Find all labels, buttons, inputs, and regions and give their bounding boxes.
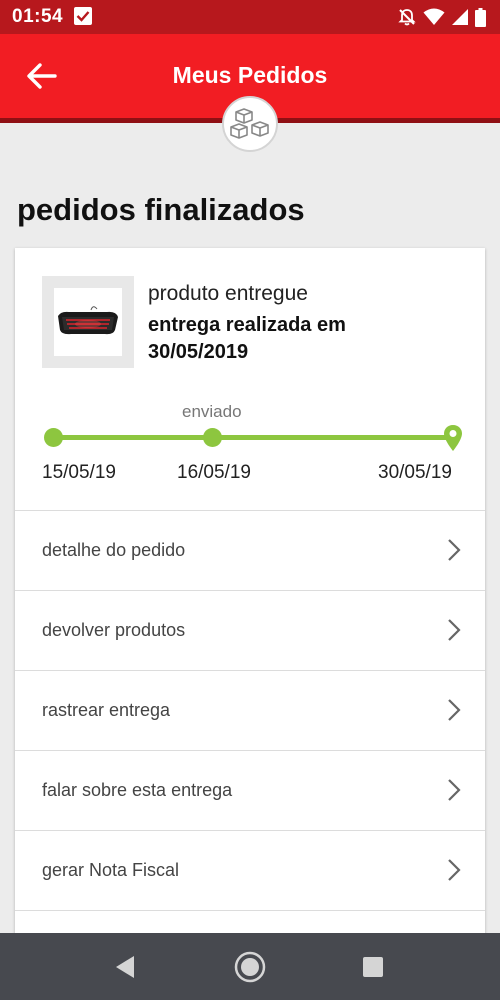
timeline-bar-segment-2 — [220, 435, 450, 440]
orders-badge — [222, 96, 278, 152]
home-circle-icon — [234, 951, 266, 983]
timeline-date-shipped: 16/05/19 — [177, 462, 251, 483]
keyboard-image — [58, 306, 118, 335]
battery-icon — [475, 7, 486, 27]
nav-back-button[interactable] — [108, 950, 142, 984]
delivery-timeline: enviado 15/05/19 16/05/19 30/05/19 — [15, 398, 485, 498]
menu-item-return-products[interactable]: devolver produtos — [15, 590, 485, 670]
status-bar: 01:54 — [0, 0, 500, 34]
page-title: Meus Pedidos — [172, 62, 328, 88]
timeline-date-delivered: 30/05/19 — [378, 462, 452, 483]
menu-item-label: rastrear entrega — [42, 700, 171, 720]
location-pin-icon — [444, 425, 462, 451]
menu-item-label: devolver produtos — [42, 620, 186, 640]
order-card: produto entregue entrega realizada em 30… — [15, 248, 485, 948]
menu-item-track-delivery[interactable]: rastrear entrega — [15, 670, 485, 750]
boxes-icon — [230, 108, 269, 139]
chevron-right-icon — [448, 539, 461, 561]
status-time: 01:54 — [12, 6, 64, 27]
timeline-dot-shipped — [203, 428, 222, 447]
timeline-dot-ordered — [44, 428, 63, 447]
checkbox-notification-icon — [74, 7, 92, 25]
timeline-bar-segment-1 — [53, 435, 213, 440]
menu-item-label: detalhe do pedido — [42, 540, 186, 560]
back-triangle-icon — [116, 956, 134, 978]
menu-item-contact-about-delivery[interactable]: falar sobre esta entrega — [15, 750, 485, 830]
section-title: pedidos finalizados — [17, 192, 305, 227]
notifications-off-icon — [398, 9, 416, 26]
order-status: produto entregue — [148, 282, 308, 305]
product-image-frame — [54, 288, 122, 356]
chevron-right-icon — [448, 859, 461, 881]
order-actions-menu: detalhe do pedido devolver produtos rast… — [15, 510, 485, 990]
delivery-date: entrega realizada em 30/05/2019 — [148, 314, 346, 363]
chevron-right-icon — [448, 619, 461, 641]
timeline-step-label: enviado — [182, 402, 242, 421]
recents-square-icon — [363, 957, 383, 977]
status-icons — [397, 7, 486, 27]
menu-item-label: falar sobre esta entrega — [42, 780, 233, 800]
nav-recents-button[interactable] — [356, 950, 390, 984]
menu-item-label: gerar Nota Fiscal — [42, 860, 180, 880]
menu-item-generate-invoice[interactable]: gerar Nota Fiscal — [15, 830, 485, 910]
product-thumbnail[interactable] — [42, 276, 134, 368]
menu-item-order-details[interactable]: detalhe do pedido — [15, 510, 485, 590]
signal-icon — [452, 9, 468, 25]
chevron-right-icon — [448, 699, 461, 721]
wifi-icon — [423, 8, 445, 25]
timeline-date-start: 15/05/19 — [42, 462, 116, 483]
nav-home-button[interactable] — [233, 950, 267, 984]
chevron-right-icon — [448, 779, 461, 801]
system-nav-bar — [0, 933, 500, 1000]
